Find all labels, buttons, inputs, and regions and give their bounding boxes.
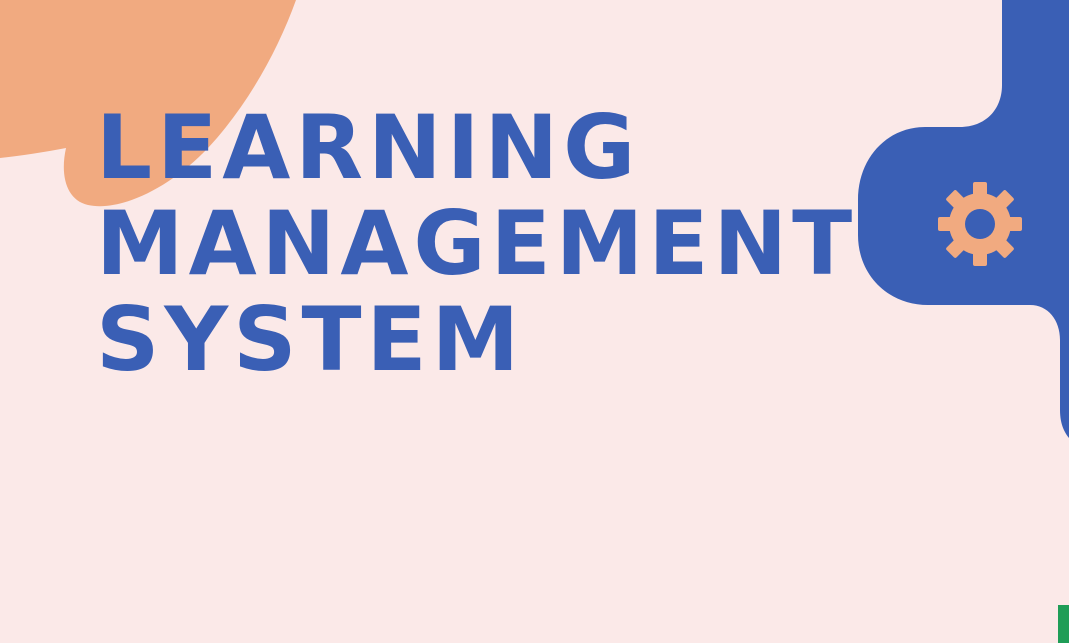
page-title: LEARNING MANAGEMENT SYSTEM: [96, 100, 857, 388]
corner-mark: [1058, 605, 1069, 643]
title-line-2: MANAGEMENT: [96, 192, 858, 295]
slide: LEARNING MANAGEMENT SYSTEM: [0, 0, 1069, 643]
gear-icon: [936, 180, 1024, 268]
title-line-1: LEARNING: [96, 96, 641, 199]
title-line-3: SYSTEM: [96, 288, 525, 391]
